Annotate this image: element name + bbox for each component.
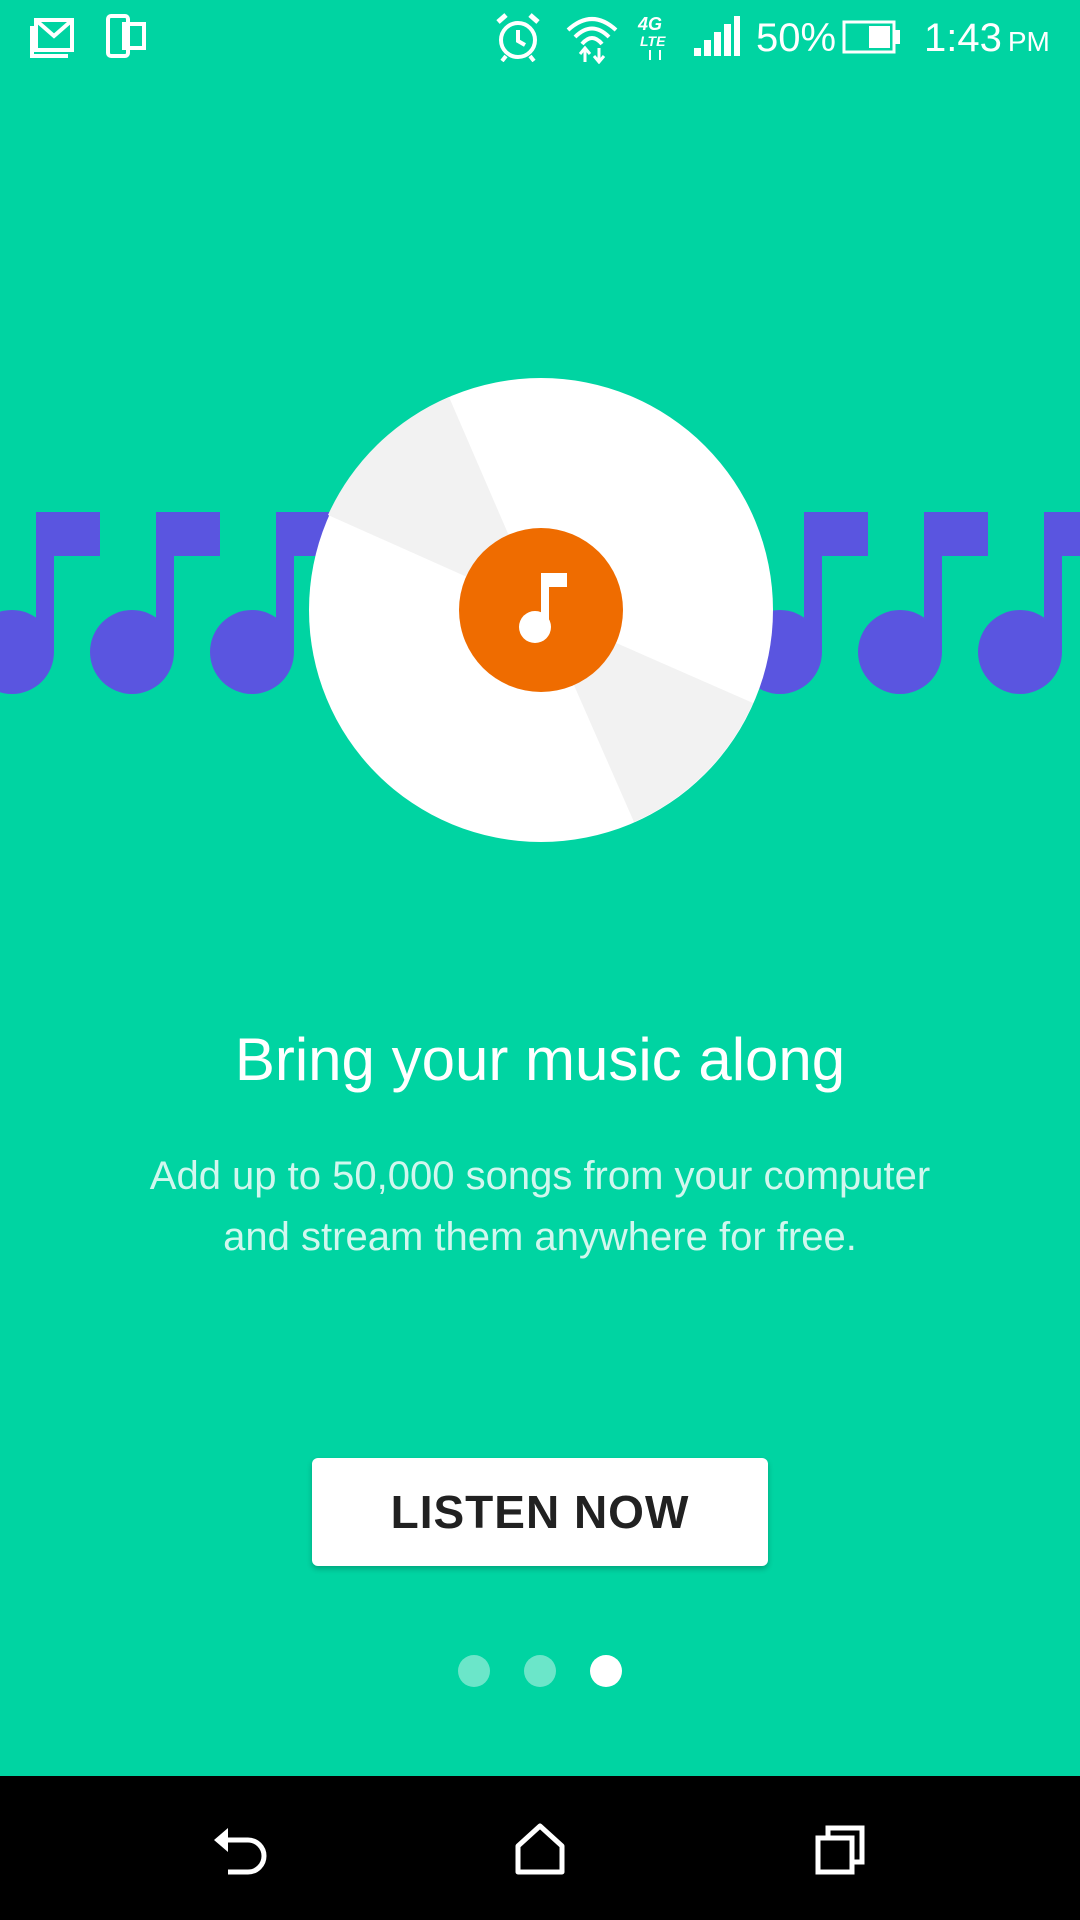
- hero-illustration: [0, 378, 1080, 842]
- back-button[interactable]: [160, 1776, 320, 1920]
- lte-icon: 4G LTE: [637, 14, 666, 60]
- wifi-icon: [566, 17, 618, 64]
- signal-icon: [694, 16, 740, 56]
- music-note-icon: [858, 512, 988, 694]
- back-icon: [214, 1828, 267, 1875]
- phone-tablet-icon: [106, 14, 146, 58]
- alarm-icon: [496, 13, 540, 62]
- clock-ampm: PM: [1007, 26, 1050, 57]
- svg-text:4G: 4G: [637, 14, 662, 34]
- clock: 1:43 PM: [924, 14, 1050, 66]
- svg-text:LTE: LTE: [640, 33, 666, 49]
- music-note-icon: [0, 512, 100, 694]
- clock-time: 1:43: [924, 16, 1002, 60]
- recents-icon: [815, 1825, 865, 1875]
- page-dot-3[interactable]: [590, 1655, 622, 1687]
- navigation-bar: [0, 1776, 1080, 1920]
- onboarding-title: Bring your music along: [234, 1026, 846, 1093]
- home-icon: [515, 1823, 565, 1875]
- recents-button[interactable]: [760, 1776, 920, 1920]
- music-note-icon: [90, 512, 220, 694]
- battery-icon: [842, 20, 900, 54]
- listen-now-button[interactable]: LISTEN NOW: [312, 1458, 768, 1566]
- onboarding-description: Add up to 50,000 songs from your compute…: [149, 1154, 931, 1259]
- disc-icon: [309, 378, 773, 842]
- page-dot-2[interactable]: [524, 1655, 556, 1687]
- gmail-icon: [30, 18, 74, 58]
- page-indicator: [0, 1655, 1080, 1687]
- battery-percent: 50%: [756, 16, 837, 60]
- music-note-icon: [978, 512, 1080, 694]
- status-bar: 4G LTE 50% 1:43 PM: [0, 0, 1080, 76]
- page-dot-1[interactable]: [458, 1655, 490, 1687]
- home-button[interactable]: [460, 1776, 620, 1920]
